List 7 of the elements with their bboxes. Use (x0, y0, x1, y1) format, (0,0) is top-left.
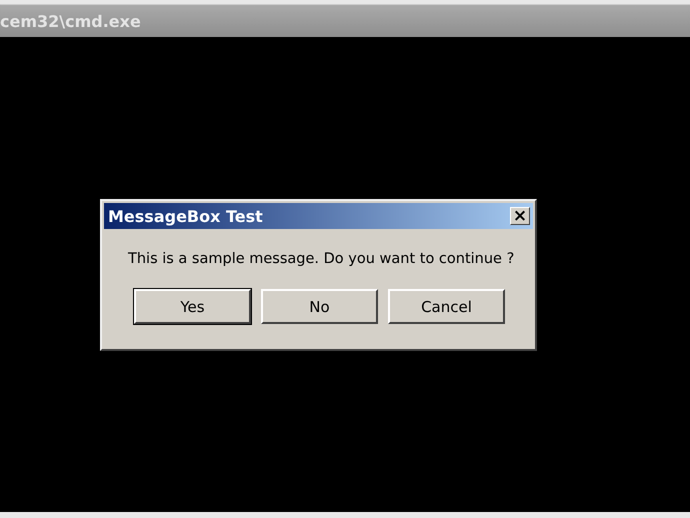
dialog-button[interactable]: Cancel (388, 289, 505, 324)
window-title: cem32\cmd.exe (0, 12, 141, 30)
dialog-button[interactable]: No (261, 289, 378, 324)
dialog-title: MessageBox Test (108, 206, 263, 226)
close-button[interactable]: × (510, 207, 530, 225)
message-text: This is a sample message. Do you want to continue ? (128, 251, 516, 267)
dialog-button[interactable]: Yes (134, 289, 251, 324)
